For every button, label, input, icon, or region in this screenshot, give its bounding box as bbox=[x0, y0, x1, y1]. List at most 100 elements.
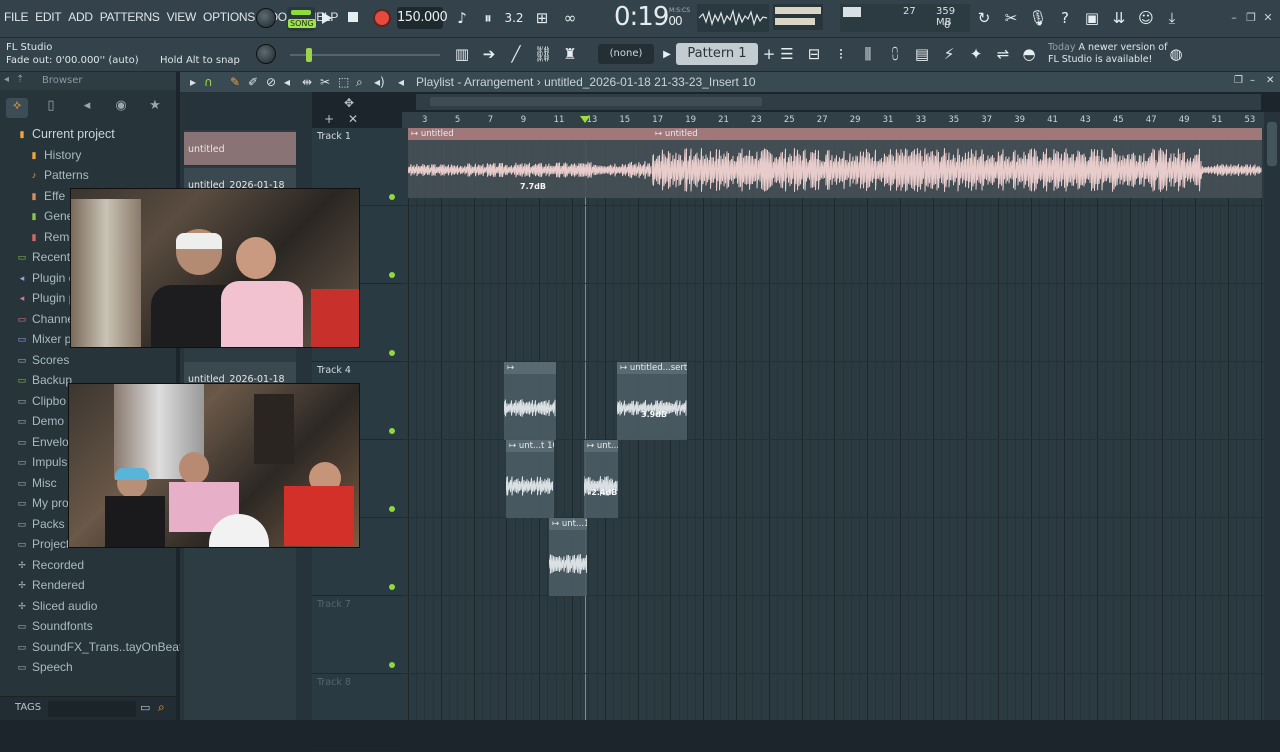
audio-clip[interactable]: ↦ unt...0 -2.4dB bbox=[584, 440, 618, 518]
clip-header[interactable]: ↦ untitled...sert 10 bbox=[617, 362, 687, 374]
metronome-icon[interactable]: ♪ bbox=[451, 7, 473, 29]
song-mode-toggle[interactable]: SONG bbox=[287, 7, 316, 31]
menu-add[interactable]: ADD bbox=[68, 10, 93, 24]
chat-icon[interactable]: ☺ bbox=[1135, 7, 1157, 29]
piano-roll-icon[interactable]: ▥ bbox=[451, 43, 473, 65]
menu-options[interactable]: OPTIONS bbox=[203, 10, 255, 24]
mute-icon[interactable]: ◂ bbox=[284, 75, 290, 89]
playlist-close-icon[interactable]: ✕ bbox=[1266, 75, 1274, 86]
browser-icon[interactable]: ⩇ bbox=[884, 43, 906, 65]
magnet-icon[interactable]: ∩ bbox=[204, 75, 213, 89]
browser-item[interactable]: ✢ Rendered bbox=[16, 575, 85, 595]
playhead-marker[interactable] bbox=[580, 116, 590, 123]
browser-item[interactable]: ▭ Misc bbox=[16, 473, 57, 493]
audio-clip[interactable]: ↦ unt...t 10 bbox=[506, 440, 554, 518]
clip-header[interactable]: ↦ untitled bbox=[652, 128, 1262, 140]
arrow-icon[interactable]: ➔ bbox=[478, 43, 500, 65]
link-icon[interactable]: ⛓︎ bbox=[532, 43, 554, 65]
cut-icon[interactable]: ✂ bbox=[1000, 7, 1022, 29]
channel-rack-icon[interactable]: ⁝ bbox=[830, 43, 852, 65]
brush-icon[interactable]: ╱ bbox=[505, 43, 527, 65]
menu-edit[interactable]: EDIT bbox=[35, 10, 61, 24]
step-edit-icon[interactable]: ⊞ bbox=[531, 7, 553, 29]
clip-header[interactable]: ↦ untitled bbox=[408, 128, 652, 140]
record-button[interactable] bbox=[373, 9, 391, 27]
pattern-selector[interactable]: Pattern 1 bbox=[676, 43, 758, 65]
browser-item[interactable]: ▭ Packs bbox=[16, 514, 65, 534]
delete-icon[interactable]: ⊘ bbox=[266, 75, 276, 89]
tags-input[interactable] bbox=[48, 701, 136, 717]
stamp-icon[interactable]: ♜ bbox=[559, 43, 581, 65]
user-icon[interactable]: ◓ bbox=[1018, 43, 1040, 65]
playlist-menu-icon[interactable]: ▸ bbox=[190, 75, 196, 89]
clip-header[interactable]: ↦ bbox=[504, 362, 556, 374]
paint-icon[interactable]: ✐ bbox=[248, 75, 258, 89]
slice-icon[interactable]: ✂ bbox=[320, 75, 330, 89]
tab-sounds-icon[interactable]: ◉ bbox=[110, 98, 132, 118]
picker-item[interactable]: untitled bbox=[184, 132, 296, 166]
track-mute-led[interactable] bbox=[389, 194, 395, 200]
browser-item[interactable]: ◂ Plugin c bbox=[16, 268, 75, 288]
track-mute-led[interactable] bbox=[389, 584, 395, 590]
download-icon[interactable]: ⤓ bbox=[1161, 7, 1183, 29]
track-lane[interactable] bbox=[402, 674, 1264, 720]
arrangement-grid[interactable]: ↦ untitled 7.7dB ↦ untitled ↦ ↦ untitled...… bbox=[402, 128, 1264, 720]
stop-button[interactable] bbox=[348, 12, 358, 22]
browser-up-icon[interactable]: ⇡ bbox=[16, 74, 24, 85]
browser-item[interactable]: ▭ Soundfonts bbox=[16, 616, 93, 636]
pencil-icon[interactable]: ✎ bbox=[230, 75, 240, 89]
mixer-icon[interactable]: ⫼ bbox=[857, 43, 879, 65]
browser-item[interactable]: ▭ Impuls bbox=[16, 452, 68, 472]
track-mute-led[interactable] bbox=[389, 506, 395, 512]
track-mute-led[interactable] bbox=[389, 662, 395, 668]
track-mute-led[interactable] bbox=[389, 272, 395, 278]
browser-item[interactable]: ▭ Speech bbox=[16, 657, 73, 677]
tab-plugins-icon[interactable]: ◂ bbox=[76, 98, 98, 118]
wand-icon[interactable]: ✦ bbox=[965, 43, 987, 65]
tab-all-icon[interactable]: ⟡ bbox=[6, 98, 28, 118]
playback-icon[interactable]: ◂) bbox=[374, 75, 385, 89]
browser-item[interactable]: ▮ Current project bbox=[16, 124, 115, 144]
arrangement-arrow-icon[interactable]: ◂ bbox=[398, 75, 404, 89]
browser-item[interactable]: ▭ Demo p bbox=[16, 411, 74, 431]
slip-icon[interactable]: ⇹ bbox=[302, 75, 312, 89]
folder-icon[interactable]: ▭ bbox=[140, 701, 150, 714]
audio-clip[interactable]: ↦ untitled...sert 10 3.9dB bbox=[617, 362, 687, 440]
master-pitch-knob[interactable] bbox=[256, 44, 276, 64]
browser-item[interactable]: ✢ Recorded bbox=[16, 555, 84, 575]
audio-clip[interactable]: ↦ untitled 7.7dB bbox=[408, 128, 652, 198]
render-icon[interactable]: ⇊ bbox=[1108, 7, 1130, 29]
zoom-icon[interactable]: ⌕ bbox=[356, 75, 363, 90]
track-header[interactable]: Track 8 bbox=[312, 674, 402, 752]
menu-file[interactable]: FILE bbox=[4, 10, 28, 24]
browser-menu-icon[interactable]: ◂ bbox=[4, 74, 9, 85]
clip-header[interactable]: ↦ unt...10 bbox=[549, 518, 587, 530]
track-lane[interactable] bbox=[402, 596, 1264, 674]
undo-icon[interactable]: ↻ bbox=[973, 7, 995, 29]
browser-item[interactable]: ▭ Recent bbox=[16, 247, 70, 267]
audio-clip[interactable]: ↦ bbox=[504, 362, 556, 440]
browser-item[interactable]: ♪ Patterns bbox=[28, 165, 89, 185]
audio-clip[interactable]: ↦ untitled bbox=[652, 128, 1262, 198]
track-lane[interactable] bbox=[402, 518, 1264, 596]
shop-icon[interactable]: ⇌ bbox=[992, 43, 1014, 65]
track-header[interactable]: Track 7 bbox=[312, 596, 402, 674]
browser-item[interactable]: ▭ Envelo bbox=[16, 432, 69, 452]
browser-item[interactable]: ▭ Backup bbox=[16, 370, 72, 390]
browser-item[interactable]: ▮ History bbox=[28, 145, 82, 165]
tempo-display[interactable]: 150.000 bbox=[397, 7, 448, 29]
countdown-icon[interactable]: 3.2 bbox=[503, 7, 525, 29]
track-mute-led[interactable] bbox=[389, 350, 395, 356]
browser-item[interactable]: ▮ Remo bbox=[28, 227, 77, 247]
help-icon[interactable]: ? bbox=[1054, 7, 1076, 29]
vertical-scrollbar[interactable] bbox=[1264, 112, 1280, 720]
browser-item[interactable]: ▮ Effe bbox=[28, 186, 66, 206]
browser-item[interactable]: ▭ Channe bbox=[16, 309, 74, 329]
search-icon[interactable]: ⌕ bbox=[158, 700, 165, 715]
browser-item[interactable]: ✢ Sliced audio bbox=[16, 596, 97, 616]
plugin-icon[interactable]: ⚡︎ bbox=[938, 43, 960, 65]
timeline-ruler[interactable]: 3 5 7 9 11 13 15 17 19 21 23 25 27 29 31 33 35 37 39 41 43 45… bbox=[402, 112, 1264, 128]
maximize-icon[interactable]: ❐ bbox=[1244, 11, 1258, 25]
select-icon[interactable]: ⬚ bbox=[338, 75, 349, 89]
audio-clip[interactable]: ↦ unt...10 bbox=[549, 518, 587, 596]
